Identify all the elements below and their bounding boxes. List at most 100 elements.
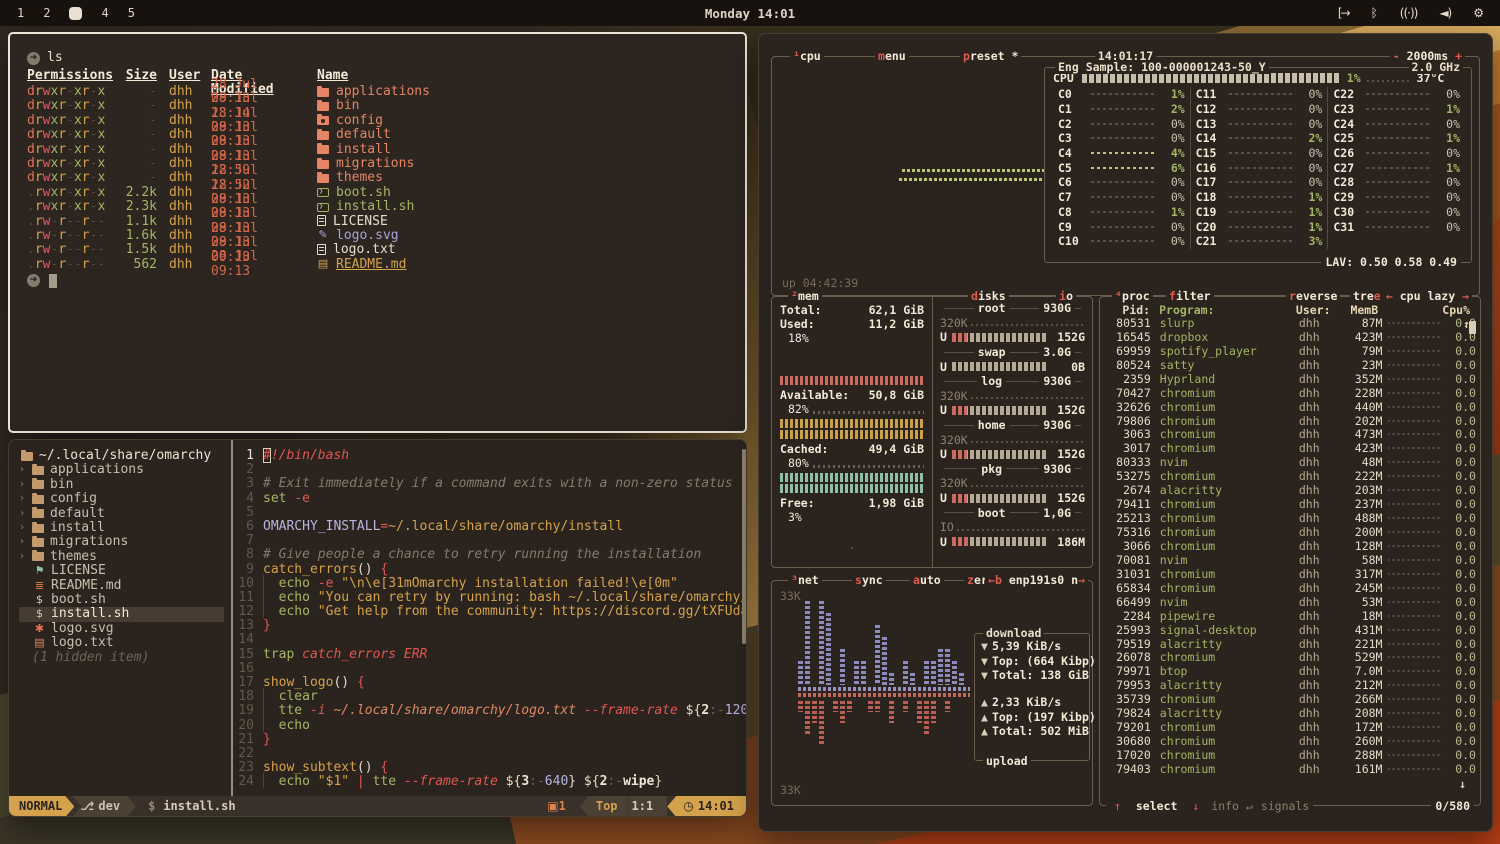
select-hint[interactable]: ↑ select ↓	[1106, 799, 1207, 813]
ls-row: drwxr-xr-x-dhh28 Jul 09:13applications	[27, 85, 745, 99]
net-auto-button[interactable]: auto	[910, 573, 944, 587]
code-line: 16	[233, 662, 746, 676]
tree-item-config[interactable]: ›config	[19, 492, 231, 506]
process-row[interactable]: 2674alacrittydhh203M0.0	[1108, 483, 1476, 497]
core-row-C22: C220%	[1333, 87, 1460, 102]
tree-item-install[interactable]: ›install	[19, 521, 231, 535]
readme-icon: ≣	[32, 579, 47, 593]
bluetooth-icon[interactable]: ᛒ	[1371, 6, 1378, 20]
net-box: ³net sync auto zero ←b enp191s0 n→ 33K 3…	[771, 580, 1093, 806]
process-row[interactable]: 30680chromiumdhh260M0.0	[1108, 734, 1476, 748]
network-icon[interactable]: ((·))	[1400, 6, 1418, 20]
process-row[interactable]: 25993signal-desktopdhh431M0.0	[1108, 623, 1476, 637]
workspace-active[interactable]	[69, 7, 82, 20]
tree-item-themes[interactable]: ›themes	[19, 550, 231, 564]
process-row[interactable]: 2359Hyprlanddhh352M0.0	[1108, 372, 1476, 386]
process-row[interactable]: 25213chromiumdhh488M0.0	[1108, 511, 1476, 525]
process-row[interactable]: 80524sattydhh23M0.0	[1108, 358, 1476, 372]
process-row[interactable]: 79971btopdhh7.0M0.0	[1108, 664, 1476, 678]
process-row[interactable]: 16545dropboxdhh423M0.0	[1108, 330, 1476, 344]
process-row[interactable]: 79201chromiumdhh172M0.0	[1108, 720, 1476, 734]
process-row[interactable]: 80531slurpdhh87M0.0	[1108, 316, 1476, 330]
process-row[interactable]: 31031chromiumdhh317M0.0	[1108, 567, 1476, 581]
preset-button[interactable]: preset *	[960, 49, 1021, 63]
code-line: 24▏ echo "$1" | tte --frame-rate ${3:-64…	[233, 775, 746, 789]
process-row[interactable]: 35739chromiumdhh266M0.0	[1108, 692, 1476, 706]
process-row[interactable]: 2284pipewiredhh18M0.0	[1108, 609, 1476, 623]
scroll-down-arrow[interactable]: ↓	[1459, 777, 1466, 791]
tree-item-default[interactable]: ›default	[19, 507, 231, 521]
signals-hint[interactable]: signals	[1257, 799, 1313, 813]
process-row[interactable]: 79953alacrittydhh212M0.0	[1108, 678, 1476, 692]
filter-button[interactable]: filter	[1166, 289, 1214, 303]
settings-icon[interactable]: ⚙	[1473, 6, 1484, 20]
process-row[interactable]: 75316chromiumdhh200M0.0	[1108, 525, 1476, 539]
tree-item-boot.sh[interactable]: $boot.sh	[19, 593, 231, 607]
workspace-switcher[interactable]: 1 2 4 5	[0, 6, 135, 20]
process-row[interactable]: 32626chromiumdhh440M0.0	[1108, 400, 1476, 414]
process-row[interactable]: 3066chromiumdhh128M0.0	[1108, 539, 1476, 553]
disk-root: root930G	[940, 301, 1085, 316]
process-row[interactable]: 79519alacrittydhh221M0.0	[1108, 637, 1476, 651]
sort-selector[interactable]: ← cpu lazy →	[1383, 289, 1472, 303]
tree-item-bin[interactable]: ›bin	[19, 478, 231, 492]
reverse-button[interactable]: reverse	[1286, 289, 1340, 303]
ls-row: drwxr-xr-x-dhh28 Jul 09:13default	[27, 128, 745, 142]
workspace-5[interactable]: 5	[128, 6, 135, 20]
process-row[interactable]: 80333nvimdhh48M0.0	[1108, 455, 1476, 469]
workspace-1[interactable]: 1	[17, 6, 24, 20]
top-bar: 1245 Monday 14:01 [→ ᛒ ((·)) ◄) ⚙	[0, 0, 1500, 26]
process-row[interactable]: 3017chromiumdhh423M0.0	[1108, 441, 1476, 455]
core-row-C10: C100%	[1058, 234, 1185, 249]
upload-label: upload	[983, 754, 1031, 768]
tree-item-migrations[interactable]: ›migrations	[19, 535, 231, 549]
net-sync-button[interactable]: sync	[852, 573, 886, 587]
disk-log: log930G	[940, 374, 1085, 389]
code-editor[interactable]: 1#!/bin/bash23# Exit immediately if a co…	[233, 440, 746, 796]
workspace-4[interactable]: 4	[101, 6, 108, 20]
editor-window[interactable]: ~/.local/share/omarchy›applications›bin›…	[8, 439, 747, 817]
file-icon	[317, 215, 326, 226]
menu-button[interactable]: menu	[875, 49, 909, 63]
editor-scrollbar[interactable]	[742, 449, 746, 644]
process-row[interactable]: 79824alacrittydhh208M0.0	[1108, 706, 1476, 720]
tree-item-install.sh[interactable]: $install.sh	[19, 607, 224, 621]
tree-item-README.md[interactable]: ≣README.md	[19, 579, 231, 593]
process-row[interactable]: 65834chromiumdhh245M0.0	[1108, 581, 1476, 595]
workspace-2[interactable]: 2	[43, 6, 50, 20]
process-row[interactable]: 66499nvimdhh53M0.0	[1108, 595, 1476, 609]
code-line: 13}	[233, 619, 746, 633]
tree-item-logo.svg[interactable]: ✱logo.svg	[19, 622, 231, 636]
process-row[interactable]: 17020chromiumdhh288M0.0	[1108, 748, 1476, 762]
process-row[interactable]: 79806chromiumdhh202M0.0	[1108, 414, 1476, 428]
btop-window[interactable]: ¹cpu menu preset * 14:01:17 - 2000ms + E…	[758, 33, 1493, 832]
code-line: 3# Exit immediately if a command exits w…	[233, 477, 746, 491]
volume-icon[interactable]: ◄)	[1439, 6, 1451, 20]
process-row[interactable]: 79403chromiumdhh161M0.0	[1108, 762, 1476, 776]
shell-icon	[317, 188, 329, 197]
process-row[interactable]: 3063chromiumdhh473M0.0	[1108, 428, 1476, 442]
cpu-graph-line	[899, 178, 1044, 181]
tree-item-LICENSE[interactable]: ⚑LICENSE	[19, 564, 231, 578]
core-row-C2: C20%	[1058, 116, 1185, 131]
tree-item-logo.txt[interactable]: ▤logo.txt	[19, 636, 231, 650]
upload-stat: ▲Total: 502 MiB	[981, 724, 1083, 739]
tree-root[interactable]: ~/.local/share/omarchy	[19, 449, 231, 463]
available-meter	[780, 419, 924, 428]
logout-icon[interactable]: [→	[1338, 6, 1349, 20]
net-interface[interactable]: ←b enp191s0 n→	[985, 573, 1088, 587]
process-row[interactable]: 69959spotify_playerdhh79M0.0	[1108, 344, 1476, 358]
info-hint[interactable]: info ↵	[1207, 799, 1257, 813]
core-row-C31: C310%	[1333, 219, 1460, 234]
used-meter	[780, 376, 924, 385]
tree-button[interactable]: tree	[1350, 289, 1384, 303]
process-row[interactable]: 79411chromiumdhh237M0.0	[1108, 497, 1476, 511]
process-row[interactable]: 70081nvimdhh58M0.0	[1108, 553, 1476, 567]
terminal-window[interactable]: ➜ ls Permissions Size User Date Modified…	[8, 32, 747, 433]
process-row[interactable]: 70427chromiumdhh228M0.0	[1108, 386, 1476, 400]
process-scrollbar[interactable]	[1469, 321, 1476, 334]
disk-home: home930G	[940, 418, 1085, 433]
process-row[interactable]: 53275chromiumdhh222M0.0	[1108, 469, 1476, 483]
process-row[interactable]: 26078chromiumdhh529M0.0	[1108, 651, 1476, 665]
tree-item-applications[interactable]: ›applications	[19, 463, 231, 477]
